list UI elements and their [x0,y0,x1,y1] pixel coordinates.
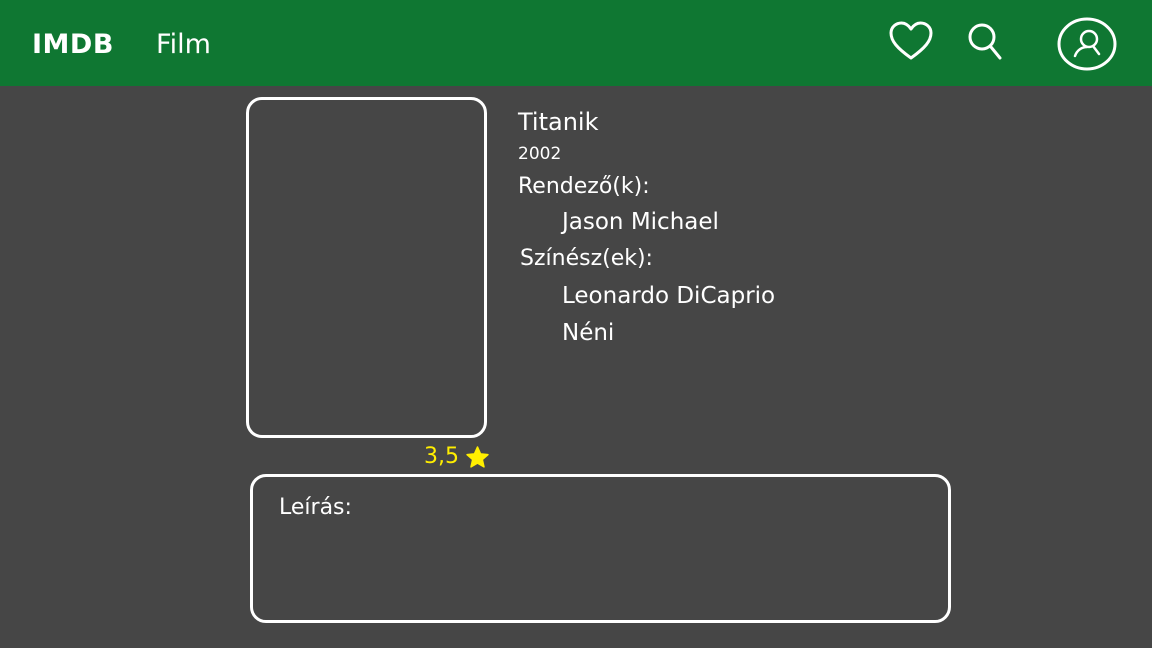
directors-label: Rendező(k): [518,174,650,199]
heart-icon [889,21,933,60]
description-box: Leírás: [250,474,951,623]
movie-rating: 3,5 [424,442,490,472]
director-name[interactable]: Jason Michael [562,206,719,238]
nav-link-film[interactable]: Film [156,27,211,63]
search-button[interactable] [966,20,1006,64]
movie-year: 2002 [518,144,562,164]
movie-title: Titanik [518,108,599,136]
actor-name[interactable]: Leonardo DiCaprio [562,280,775,312]
search-icon [968,23,1002,60]
rating-value: 3,5 [424,444,459,469]
user-profile-icon [1057,17,1117,71]
star-icon [466,445,489,468]
top-navigation-bar: IMDB Film [0,0,1152,86]
user-profile-button[interactable] [1056,16,1118,72]
description-label: Leírás: [279,495,352,520]
movie-poster-placeholder [246,97,487,438]
brand-logo-text[interactable]: IMDB [32,27,114,63]
favorites-button[interactable] [888,20,934,62]
actors-label: Színész(ek): [520,246,653,271]
actor-name[interactable]: Néni [562,317,614,349]
